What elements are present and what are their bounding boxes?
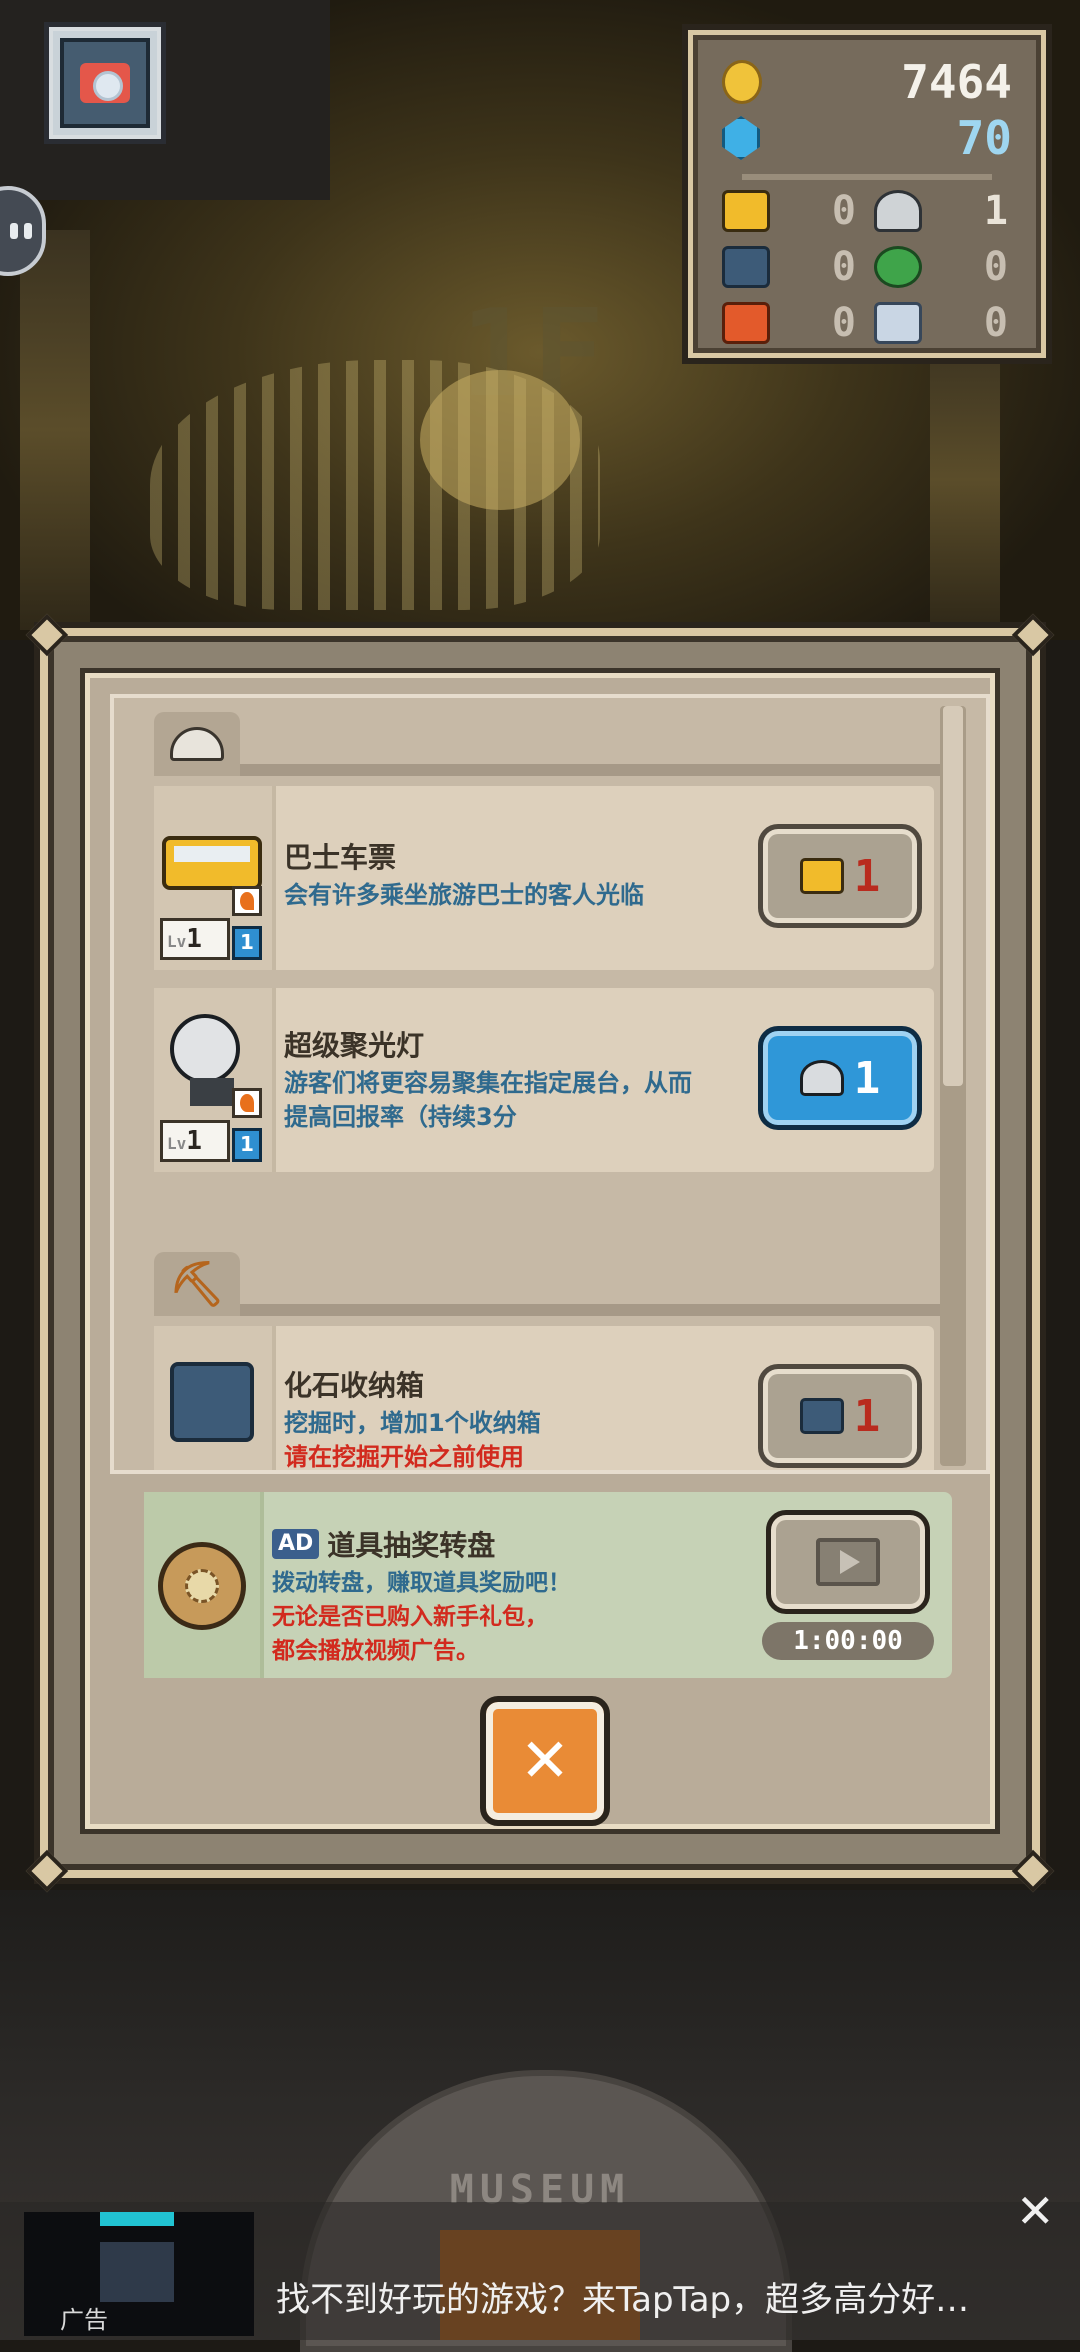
upgrade-arrow-icon[interactable]: [232, 886, 262, 916]
bus-ticket-count: 0: [831, 188, 856, 234]
fuel-can-count: 0: [831, 300, 856, 346]
ad-banner-thumbnail[interactable]: [24, 2212, 254, 2336]
level-tag: Lv1: [160, 1120, 230, 1162]
prize-wheel-icon: [158, 1542, 246, 1630]
video-play-icon: [816, 1538, 880, 1586]
level-badge: 1: [232, 926, 262, 960]
spotlight-icon: [170, 1014, 240, 1084]
potion-icon: [874, 246, 922, 288]
camera-icon: [60, 38, 150, 128]
list-item-bus-ticket: 1 Lv1 巴士车票 会有许多乘坐旅游巴士的客人光临 1: [154, 786, 934, 970]
spotlight-icon: [799, 1060, 844, 1096]
ad-badge: AD: [272, 1529, 320, 1559]
ad-cooldown-timer: 1:00:00: [762, 1622, 934, 1660]
use-bus-ticket-button[interactable]: 1: [758, 824, 922, 928]
museum-dome-icon: [170, 727, 224, 761]
camera-button[interactable]: [44, 22, 166, 144]
storage-box-thumbnail: [154, 1326, 276, 1470]
pickaxe-icon: ⛏: [169, 1259, 225, 1310]
item-list[interactable]: 1 Lv1 巴士车票 会有许多乘坐旅游巴士的客人光临 1 1 Lv1 超级聚光灯…: [110, 694, 990, 1474]
ad-notice-line: 都会播放视频广告。: [272, 1638, 479, 1664]
spotlight-count: 1: [983, 188, 1008, 234]
list-item-fossil-storage-box: 化石收纳箱 挖掘时，增加1个收纳箱 请在挖掘开始之前使用 1: [154, 1326, 934, 1471]
item-description: 挖掘时，增加1个收纳箱 请在挖掘开始之前使用: [284, 1406, 754, 1471]
ad-title-text: 道具抽奖转盘: [327, 1529, 496, 1562]
use-spotlight-button[interactable]: 1: [758, 1026, 922, 1130]
bus-ticket-icon: [722, 190, 770, 232]
bus-ticket-icon: [799, 858, 844, 894]
close-dialog-button[interactable]: ✕: [480, 1696, 610, 1826]
ad-banner-label: 广告: [60, 2306, 108, 2334]
spotlight-icon: [874, 190, 922, 232]
castle-icon: [874, 302, 922, 344]
ad-description-line: 拨动转盘，赚取道具奖励吧！: [272, 1570, 571, 1596]
coin-count: 7464: [901, 55, 1012, 109]
use-storage-box-button[interactable]: 1: [758, 1364, 922, 1468]
level-tag: Lv1: [160, 918, 230, 960]
section-header-exhibit: [154, 712, 964, 776]
gem-icon: [722, 116, 760, 160]
button-count: 1: [853, 1390, 881, 1442]
bus-icon: [162, 836, 262, 890]
storage-box-icon: [799, 1398, 844, 1434]
prize-wheel-thumbnail: [144, 1492, 264, 1678]
coin-icon: [722, 60, 762, 104]
item-warning: 请在挖掘开始之前使用: [284, 1443, 524, 1471]
spotlight-thumbnail: 1 Lv1: [154, 988, 276, 1172]
ad-notice-line: 无论是否已购入新手礼包，: [272, 1604, 548, 1630]
button-count: 1: [853, 1052, 881, 1104]
scene-pillar: [20, 230, 90, 630]
ad-banner-close-button[interactable]: ✕: [1016, 2188, 1055, 2234]
resource-panel: 7464 70 0 1 0 0 0 0: [682, 24, 1052, 364]
resource-divider: [742, 174, 992, 180]
item-title: 巴士车票: [284, 841, 397, 874]
item-dialog: 1 Lv1 巴士车票 会有许多乘坐旅游巴士的客人光临 1 1 Lv1 超级聚光灯…: [25, 613, 1055, 1893]
dialog-corner-ornament: [1011, 1849, 1055, 1893]
watch-video-button[interactable]: [766, 1510, 930, 1614]
ad-description: 拨动转盘，赚取道具奖励吧！ 无论是否已购入新手礼包， 都会播放视频广告。: [272, 1566, 652, 1668]
item-title: 超级聚光灯: [284, 1029, 425, 1062]
ad-title: AD 道具抽奖转盘: [272, 1524, 495, 1564]
list-item-super-spotlight: 1 Lv1 超级聚光灯 游客们将更容易聚集在指定展台，从而提高回报率（持续3分 …: [154, 988, 934, 1172]
ad-prize-wheel-row: AD 道具抽奖转盘 拨动转盘，赚取道具奖励吧！ 无论是否已购入新手礼包， 都会播…: [144, 1492, 952, 1678]
castle-count: 0: [983, 300, 1008, 346]
item-description: 游客们将更容易聚集在指定展台，从而提高回报率（持续3分: [284, 1069, 692, 1131]
ad-banner[interactable]: 广告 找不到好玩的游戏？来TapTap，超多高分好…: [0, 2202, 1080, 2340]
potion-count: 0: [983, 244, 1008, 290]
storage-box-icon: [170, 1362, 254, 1442]
fuel-can-icon: [722, 302, 770, 344]
gem-count: 70: [956, 111, 1012, 165]
storage-box-count: 0: [831, 244, 856, 290]
list-scrollbar[interactable]: [940, 706, 966, 1466]
item-description: 会有许多乘坐旅游巴士的客人光临: [284, 881, 644, 909]
bus-ticket-thumbnail: 1 Lv1: [154, 786, 276, 970]
scrollbar-thumb[interactable]: [943, 706, 963, 1086]
button-count: 1: [853, 850, 881, 902]
dialog-corner-ornament: [25, 1849, 69, 1893]
level-badge: 1: [232, 1128, 262, 1162]
dinosaur-skull: [420, 370, 580, 510]
ad-banner-text[interactable]: 找不到好玩的游戏？来TapTap，超多高分好…: [276, 2272, 969, 2321]
scene-pillar: [930, 330, 1000, 630]
upgrade-arrow-icon[interactable]: [232, 1088, 262, 1118]
item-title: 化石收纳箱: [284, 1369, 425, 1402]
item-description-line: 挖掘时，增加1个收纳箱: [284, 1409, 541, 1437]
storage-box-icon: [722, 246, 770, 288]
section-header-excavation: ⛏: [154, 1252, 964, 1316]
